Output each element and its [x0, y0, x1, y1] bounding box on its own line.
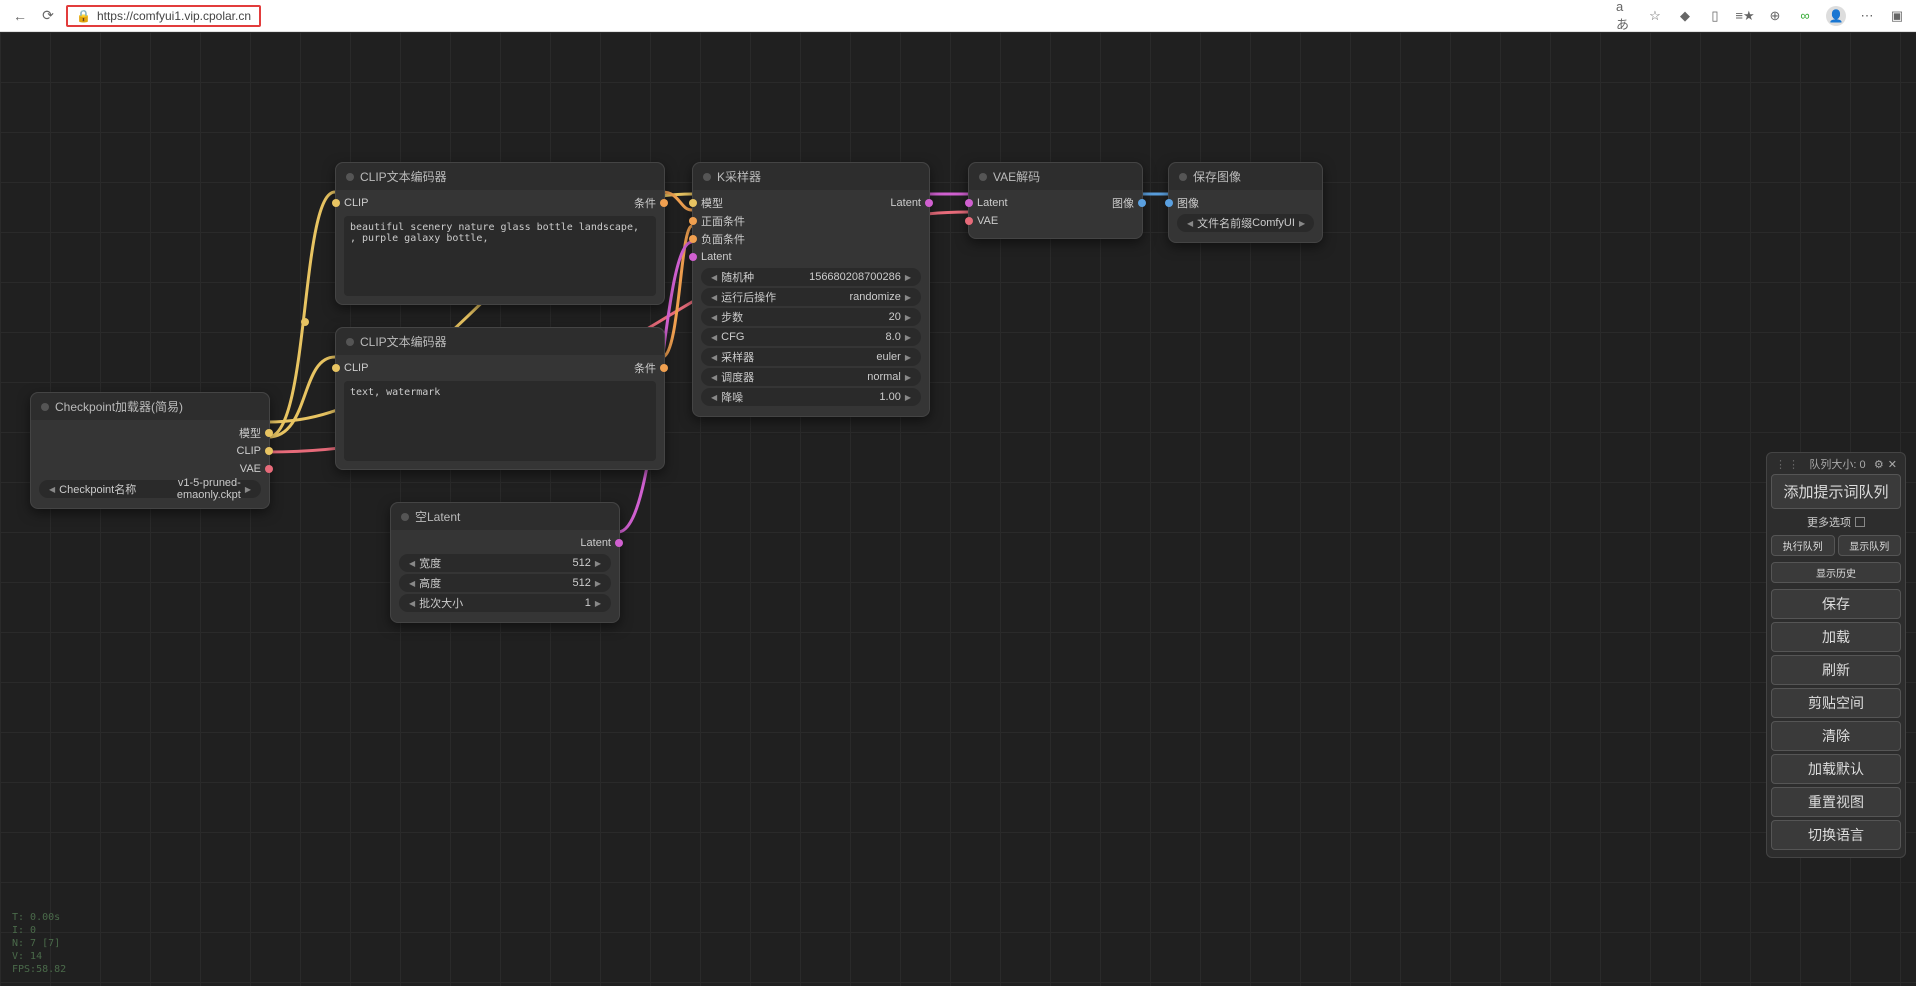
load-default-button[interactable]: 加载默认 [1771, 754, 1901, 784]
collections-icon[interactable]: ⊕ [1766, 7, 1784, 25]
widget-height[interactable]: 高度512 [399, 574, 611, 592]
clear-button[interactable]: 清除 [1771, 721, 1901, 751]
widget-scheduler[interactable]: 调度器normal [701, 368, 921, 386]
node-title: 保存图像 [1169, 163, 1322, 190]
prompt-textarea[interactable]: text, watermark [344, 381, 656, 461]
star-icon[interactable]: ☆ [1646, 7, 1664, 25]
save-button[interactable]: 保存 [1771, 589, 1901, 619]
checkbox-icon[interactable] [1855, 517, 1865, 527]
sidebar-icon[interactable]: ▯ [1706, 7, 1724, 25]
more-icon[interactable]: ⋯ [1858, 7, 1876, 25]
slot-in-vae[interactable]: VAE [977, 215, 998, 227]
drag-icon: ⋮⋮ [1775, 458, 1801, 471]
node-title: K采样器 [693, 163, 929, 190]
slot-out-conditioning[interactable]: 条件 [634, 360, 656, 376]
node-empty-latent[interactable]: 空Latent Latent 宽度512 高度512 批次大小1 [390, 502, 620, 623]
lock-icon: 🔒 [76, 9, 91, 23]
widget-denoise[interactable]: 降噪1.00 [701, 388, 921, 406]
extensions-icon[interactable]: ◆ [1676, 7, 1694, 25]
widget-width[interactable]: 宽度512 [399, 554, 611, 572]
show-history-button[interactable]: 显示历史 [1771, 562, 1901, 583]
node-ksampler[interactable]: K采样器 模型 Latent 正面条件 负面条件 Latent 随机种15668… [692, 162, 930, 417]
node-save-image[interactable]: 保存图像 图像 文件名前缀ComfyUI [1168, 162, 1323, 243]
translate-icon[interactable]: aあ [1616, 7, 1634, 25]
node-clip-encode-positive[interactable]: CLIP文本编码器 CLIP 条件 beautiful scenery natu… [335, 162, 665, 305]
control-panel[interactable]: ⋮⋮ 队列大小: 0 ⚙ ✕ 添加提示词队列 更多选项 执行队列 显示队列 显示… [1766, 452, 1906, 858]
slot-in-latent[interactable]: Latent [701, 251, 732, 263]
sync-icon[interactable]: ∞ [1796, 7, 1814, 25]
node-canvas[interactable]: Checkpoint加载器(简易) 模型 CLIP VAE Checkpoint… [0, 32, 1916, 986]
widget-filename-prefix[interactable]: 文件名前缀ComfyUI [1177, 214, 1314, 232]
slot-in-positive[interactable]: 正面条件 [701, 213, 745, 229]
slot-out-clip[interactable]: CLIP [237, 445, 261, 457]
slot-in-clip[interactable]: CLIP [344, 197, 368, 209]
panel-drag-handle[interactable]: ⋮⋮ 队列大小: 0 ⚙ ✕ [1771, 457, 1901, 471]
refresh-icon[interactable]: ⟳ [38, 6, 58, 26]
node-title: 空Latent [391, 503, 619, 530]
slot-out-conditioning[interactable]: 条件 [634, 195, 656, 211]
load-button[interactable]: 加载 [1771, 622, 1901, 652]
toggle-language-button[interactable]: 切换语言 [1771, 820, 1901, 850]
gear-icon[interactable]: ⚙ [1874, 458, 1884, 471]
avatar-icon[interactable]: 👤 [1826, 6, 1846, 26]
node-vae-decode[interactable]: VAE解码 Latent 图像 VAE [968, 162, 1143, 239]
widget-checkpoint-name[interactable]: Checkpoint名称 v1-5-pruned-emaonly.ckpt [39, 480, 261, 498]
slot-in-clip[interactable]: CLIP [344, 362, 368, 374]
wires [0, 32, 1916, 986]
prompt-textarea[interactable]: beautiful scenery nature glass bottle la… [344, 216, 656, 296]
widget-cfg[interactable]: CFG8.0 [701, 328, 921, 346]
stats-overlay: T: 0.00s I: 0 N: 7 [7] V: 14 FPS:58.82 [12, 911, 66, 976]
node-title: Checkpoint加载器(简易) [31, 393, 269, 420]
split-icon[interactable]: ▣ [1888, 7, 1906, 25]
node-title: CLIP文本编码器 [336, 328, 664, 355]
slot-out-model[interactable]: 模型 [239, 425, 261, 441]
clipspace-button[interactable]: 剪贴空间 [1771, 688, 1901, 718]
slot-in-image[interactable]: 图像 [1177, 195, 1199, 211]
widget-batch-size[interactable]: 批次大小1 [399, 594, 611, 612]
node-title: CLIP文本编码器 [336, 163, 664, 190]
slot-out-vae[interactable]: VAE [240, 463, 261, 475]
widget-sampler[interactable]: 采样器euler [701, 348, 921, 366]
back-icon[interactable]: ← [10, 6, 30, 26]
favorites-icon[interactable]: ≡★ [1736, 7, 1754, 25]
close-icon[interactable]: ✕ [1888, 458, 1897, 471]
node-title: VAE解码 [969, 163, 1142, 190]
refresh-button[interactable]: 刷新 [1771, 655, 1901, 685]
reset-view-button[interactable]: 重置视图 [1771, 787, 1901, 817]
widget-control-after[interactable]: 运行后操作randomize [701, 288, 921, 306]
widget-steps[interactable]: 步数20 [701, 308, 921, 326]
queue-prompt-button[interactable]: 添加提示词队列 [1771, 474, 1901, 509]
url-text: https://comfyui1.vip.cpolar.cn [97, 9, 251, 23]
slot-in-latent[interactable]: Latent [977, 197, 1008, 209]
node-clip-encode-negative[interactable]: CLIP文本编码器 CLIP 条件 text, watermark [335, 327, 665, 470]
browser-bar: ← ⟳ 🔒 https://comfyui1.vip.cpolar.cn aあ … [0, 0, 1916, 32]
slot-in-negative[interactable]: 负面条件 [701, 231, 745, 247]
url-box[interactable]: 🔒 https://comfyui1.vip.cpolar.cn [66, 5, 261, 27]
widget-seed[interactable]: 随机种156680208700286 [701, 268, 921, 286]
slot-out-image[interactable]: 图像 [1112, 195, 1134, 211]
node-checkpoint-loader[interactable]: Checkpoint加载器(简易) 模型 CLIP VAE Checkpoint… [30, 392, 270, 509]
slot-out-latent[interactable]: Latent [890, 197, 921, 209]
queue-size-label: 队列大小: 0 [1809, 456, 1865, 472]
slot-out-latent[interactable]: Latent [580, 537, 611, 549]
slot-in-model[interactable]: 模型 [701, 195, 723, 211]
show-queue-button[interactable]: 显示队列 [1838, 535, 1902, 556]
more-options-toggle[interactable]: 更多选项 [1771, 512, 1901, 532]
exec-queue-button[interactable]: 执行队列 [1771, 535, 1835, 556]
